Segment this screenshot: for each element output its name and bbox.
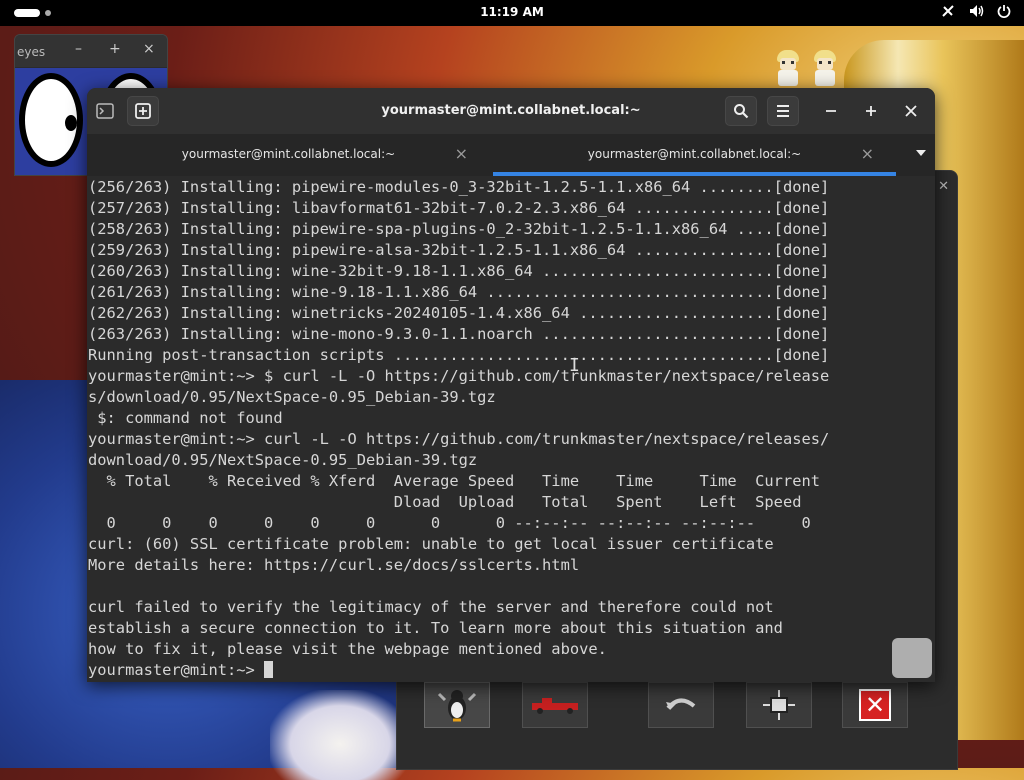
terminal-output[interactable]: (256/263) Installing: pipewire-modules-0…: [87, 177, 935, 682]
app-dock: ✕: [424, 682, 944, 742]
undo-icon: [666, 698, 696, 710]
tab-list-chevron-down-icon[interactable]: [915, 146, 927, 161]
left-pupil: [65, 115, 77, 131]
menu-button[interactable]: [767, 96, 799, 126]
wallpaper-white-shape: [270, 690, 410, 780]
xeyes-title: eyes: [17, 45, 46, 59]
minimize-button[interactable]: [815, 96, 847, 126]
text-cursor: [264, 661, 274, 678]
minimize-icon[interactable]: –: [75, 41, 82, 57]
close-icon: [905, 105, 917, 117]
move-icon: [763, 690, 795, 720]
terminal-headerbar[interactable]: yourmaster@mint.collabnet.local:~: [87, 88, 935, 134]
maximize-icon: [866, 106, 876, 116]
tab-label: yourmaster@mint.collabnet.local:~: [587, 147, 802, 161]
terminal-line: (257/263) Installing: libavformat61-32bi…: [88, 199, 830, 217]
tab-terminal-2[interactable]: yourmaster@mint.collabnet.local:~ ×: [493, 134, 896, 176]
terminal-line: establish a secure connection to it. To …: [88, 619, 783, 637]
terminal-text[interactable]: (256/263) Installing: pipewire-modules-0…: [87, 177, 935, 681]
terminal-line: % Total % Received % Xferd Average Speed…: [88, 472, 821, 490]
terminal-line: curl: (60) SSL certificate problem: unab…: [88, 535, 774, 553]
dock-item-undo[interactable]: [648, 682, 714, 728]
power-icon[interactable]: [996, 4, 1012, 22]
close-icon: ✕: [859, 689, 891, 721]
active-tab-indicator: [493, 172, 896, 176]
dock-item-penguin[interactable]: [424, 682, 490, 728]
terminal-line: yourmaster@mint:~> $ curl -L -O https://…: [88, 367, 830, 385]
desktop-character-sprite: [775, 50, 801, 86]
search-button[interactable]: [725, 96, 757, 126]
close-button[interactable]: [895, 96, 927, 126]
terminal-line: Dload Upload Total Spent Left Speed: [88, 493, 802, 511]
tab-label: yourmaster@mint.collabnet.local:~: [181, 147, 396, 161]
close-icon[interactable]: ×: [143, 41, 155, 57]
terminal-line: s/download/0.95/NextSpace-0.95_Debian-39…: [88, 388, 496, 406]
car-icon: [532, 698, 578, 714]
window-title: yourmaster@mint.collabnet.local:~: [381, 103, 641, 118]
scroll-to-bottom-button[interactable]: [892, 638, 932, 678]
close-icon[interactable]: ✕: [938, 179, 949, 194]
terminal-line: 0 0 0 0 0 0 0 0 --:--:-- --:--:-- --:--:…: [88, 514, 811, 532]
tab-bar: yourmaster@mint.collabnet.local:~ × your…: [87, 134, 935, 176]
volume-icon[interactable]: [968, 4, 984, 22]
terminal-line: (261/263) Installing: wine-9.18-1.1.x86_…: [88, 283, 830, 301]
dock-item-close[interactable]: ✕: [842, 682, 908, 728]
terminal-line: (259/263) Installing: pipewire-alsa-32bi…: [88, 241, 830, 259]
maximize-button[interactable]: [855, 96, 887, 126]
terminal-line: Running post-transaction scripts .......…: [88, 346, 830, 364]
xeyes-titlebar[interactable]: eyes – + ×: [15, 35, 167, 67]
penguin-icon: [437, 690, 477, 722]
network-icon[interactable]: [940, 4, 956, 22]
shell-prompt: yourmaster@mint:~>: [88, 661, 265, 679]
tab-terminal-1[interactable]: yourmaster@mint.collabnet.local:~ ×: [87, 134, 490, 176]
terminal-line: download/0.95/NextSpace-0.95_Debian-39.t…: [88, 451, 478, 469]
top-panel: 11:19 AM: [0, 0, 1024, 26]
search-icon: [734, 104, 749, 119]
system-tray[interactable]: [940, 4, 1012, 22]
terminal-line: More details here: https://curl.se/docs/…: [88, 556, 580, 574]
maximize-icon[interactable]: +: [109, 41, 121, 57]
close-tab-icon[interactable]: ×: [455, 144, 468, 163]
dock-item-move[interactable]: [746, 682, 812, 728]
hamburger-menu-icon: [777, 105, 789, 117]
mouse-ibeam-cursor: I: [569, 355, 580, 376]
dock-item-red-car[interactable]: [522, 682, 588, 728]
terminal-line: $: command not found: [88, 409, 283, 427]
left-eye: [19, 73, 83, 167]
terminal-line: (263/263) Installing: wine-mono-9.3.0-1.…: [88, 325, 830, 343]
desktop-character-sprite: [812, 50, 838, 86]
clock[interactable]: 11:19 AM: [0, 5, 1024, 19]
terminal-line: (260/263) Installing: wine-32bit-9.18-1.…: [88, 262, 830, 280]
terminal-line: (256/263) Installing: pipewire-modules-0…: [88, 178, 830, 196]
terminal-line: yourmaster@mint:~> curl -L -O https://gi…: [88, 430, 830, 448]
terminal-line: how to fix it, please visit the webpage …: [88, 640, 607, 658]
terminal-line: curl failed to verify the legitimacy of …: [88, 598, 774, 616]
terminal-line: (262/263) Installing: winetricks-2024010…: [88, 304, 830, 322]
terminal-window[interactable]: yourmaster@mint.collabnet.local:~ yourma…: [87, 88, 935, 682]
close-tab-icon[interactable]: ×: [861, 144, 874, 163]
minimize-icon: [826, 110, 836, 112]
terminal-line: (258/263) Installing: pipewire-spa-plugi…: [88, 220, 830, 238]
